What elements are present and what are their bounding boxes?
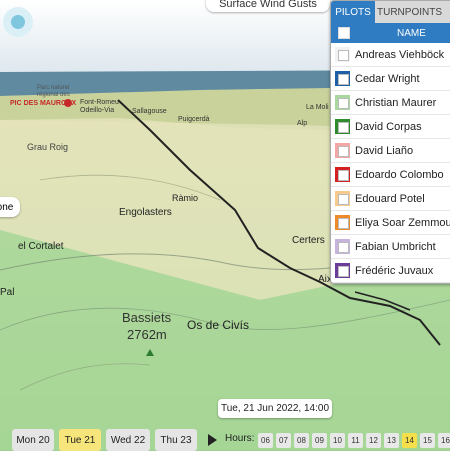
pilot-row[interactable]: Edoardo Colombo xyxy=(331,163,450,187)
pilots-table-header: NAME xyxy=(331,23,450,43)
hour-button[interactable]: 15 xyxy=(420,433,435,448)
pilot-checkbox[interactable] xyxy=(338,74,349,85)
pilot-checkbox[interactable] xyxy=(338,98,349,109)
pilot-name: Fabian Umbricht xyxy=(355,240,436,253)
pilot-name: Edoardo Colombo xyxy=(355,168,444,181)
place-label-alp: Alp xyxy=(297,120,308,127)
pilots-panel: PILOTS TURNPOINTS NAME Andreas Viehböck … xyxy=(330,0,450,284)
day-button-tue-21[interactable]: Tue 21 xyxy=(59,429,101,451)
tab-pilots[interactable]: PILOTS xyxy=(331,1,375,23)
select-all-checkbox[interactable] xyxy=(338,27,350,39)
pilot-name: Cedar Wright xyxy=(355,72,420,85)
place-label-parc-naturel: Parc naturel xyxy=(37,85,70,91)
hour-button[interactable]: 11 xyxy=(348,433,363,448)
pilot-checkbox[interactable] xyxy=(338,194,349,205)
wind-layer-button[interactable]: Surface Wind Gusts xyxy=(206,0,330,12)
name-column-header[interactable]: NAME xyxy=(397,28,426,39)
current-time-label: Tue, 21 Jun 2022, 14:00 xyxy=(218,399,332,418)
pilot-checkbox[interactable] xyxy=(338,50,349,61)
place-label-grau-roig: Grau Roig xyxy=(27,142,69,152)
hour-button[interactable]: 13 xyxy=(384,433,399,448)
pilot-row[interactable]: Christian Maurer xyxy=(331,91,450,115)
pilot-row[interactable]: David Corpas xyxy=(331,115,450,139)
pilot-checkbox[interactable] xyxy=(338,170,349,181)
pilot-name: Andreas Viehböck xyxy=(355,48,445,61)
pilot-name: Frédéric Juvaux xyxy=(355,264,434,277)
day-button-wed-22[interactable]: Wed 22 xyxy=(106,429,150,451)
hour-button[interactable]: 09 xyxy=(312,433,327,448)
place-label-puigcerda: Puigcerdà xyxy=(178,116,210,123)
place-label-regional-des: régional des xyxy=(37,92,70,98)
pilot-checkbox[interactable] xyxy=(338,218,349,229)
pilot-row[interactable]: Fabian Umbricht xyxy=(331,235,450,259)
tab-turnpoints[interactable]: TURNPOINTS xyxy=(375,1,450,23)
hours-label: Hours: xyxy=(225,433,255,444)
hour-button[interactable]: 16 xyxy=(438,433,450,448)
place-label-la-molina: La Moli xyxy=(306,104,329,111)
place-label-odeillo-via: Odeillo-Via xyxy=(80,107,115,114)
pilot-checkbox[interactable] xyxy=(338,242,349,253)
play-icon[interactable] xyxy=(208,434,217,446)
pilot-checkbox[interactable] xyxy=(338,266,349,277)
place-label-el-cortalet: el Cortalet xyxy=(18,241,64,252)
summit-marker-icon[interactable] xyxy=(64,99,72,107)
peak-triangle-icon xyxy=(146,349,154,356)
pilot-name: David Corpas xyxy=(355,120,422,133)
day-button-mon-20[interactable]: Mon 20 xyxy=(12,429,54,451)
hour-button[interactable]: 10 xyxy=(330,433,345,448)
pilot-row[interactable]: Andreas Viehböck xyxy=(331,43,450,67)
place-label-certers: Certers xyxy=(292,235,325,246)
day-button-thu-23[interactable]: Thu 23 xyxy=(155,429,197,451)
place-label-ramio: Ràmio xyxy=(172,193,199,203)
pilot-checkbox[interactable] xyxy=(338,122,349,133)
hour-button[interactable]: 12 xyxy=(366,433,381,448)
hour-button[interactable]: 08 xyxy=(294,433,309,448)
place-label-font-romeu: Font-Romeu xyxy=(80,99,119,106)
pilot-row[interactable]: Eliya Soar Zemmour xyxy=(331,211,450,235)
pilot-row[interactable]: Edouard Potel xyxy=(331,187,450,211)
place-label-bassiets: Bassiets xyxy=(122,310,172,325)
pilot-checkbox[interactable] xyxy=(338,146,349,157)
pilot-name: Eliya Soar Zemmour xyxy=(355,216,450,229)
pilot-row[interactable]: Frédéric Juvaux xyxy=(331,259,450,283)
zone-button-label: one xyxy=(0,201,14,213)
hour-button-selected[interactable]: 14 xyxy=(402,433,417,448)
pilot-name: David Liaño xyxy=(355,144,414,157)
place-label-pal: Pal xyxy=(0,287,15,298)
place-label-sallagouse: Sallagouse xyxy=(132,108,167,115)
pilot-name: Christian Maurer xyxy=(355,96,437,109)
place-label-engolasters: Engolasters xyxy=(119,207,172,218)
pilot-row[interactable]: David Liaño xyxy=(331,139,450,163)
place-label-os-de-civis: Os de Civís xyxy=(187,318,250,332)
hour-button[interactable]: 07 xyxy=(276,433,291,448)
place-label-bassiets-elevation: 2762m xyxy=(127,327,167,342)
pilot-name: Edouard Potel xyxy=(355,192,425,205)
hour-button[interactable]: 06 xyxy=(258,433,273,448)
pilot-row[interactable]: Cedar Wright xyxy=(331,67,450,91)
zone-button[interactable]: one xyxy=(0,197,20,217)
